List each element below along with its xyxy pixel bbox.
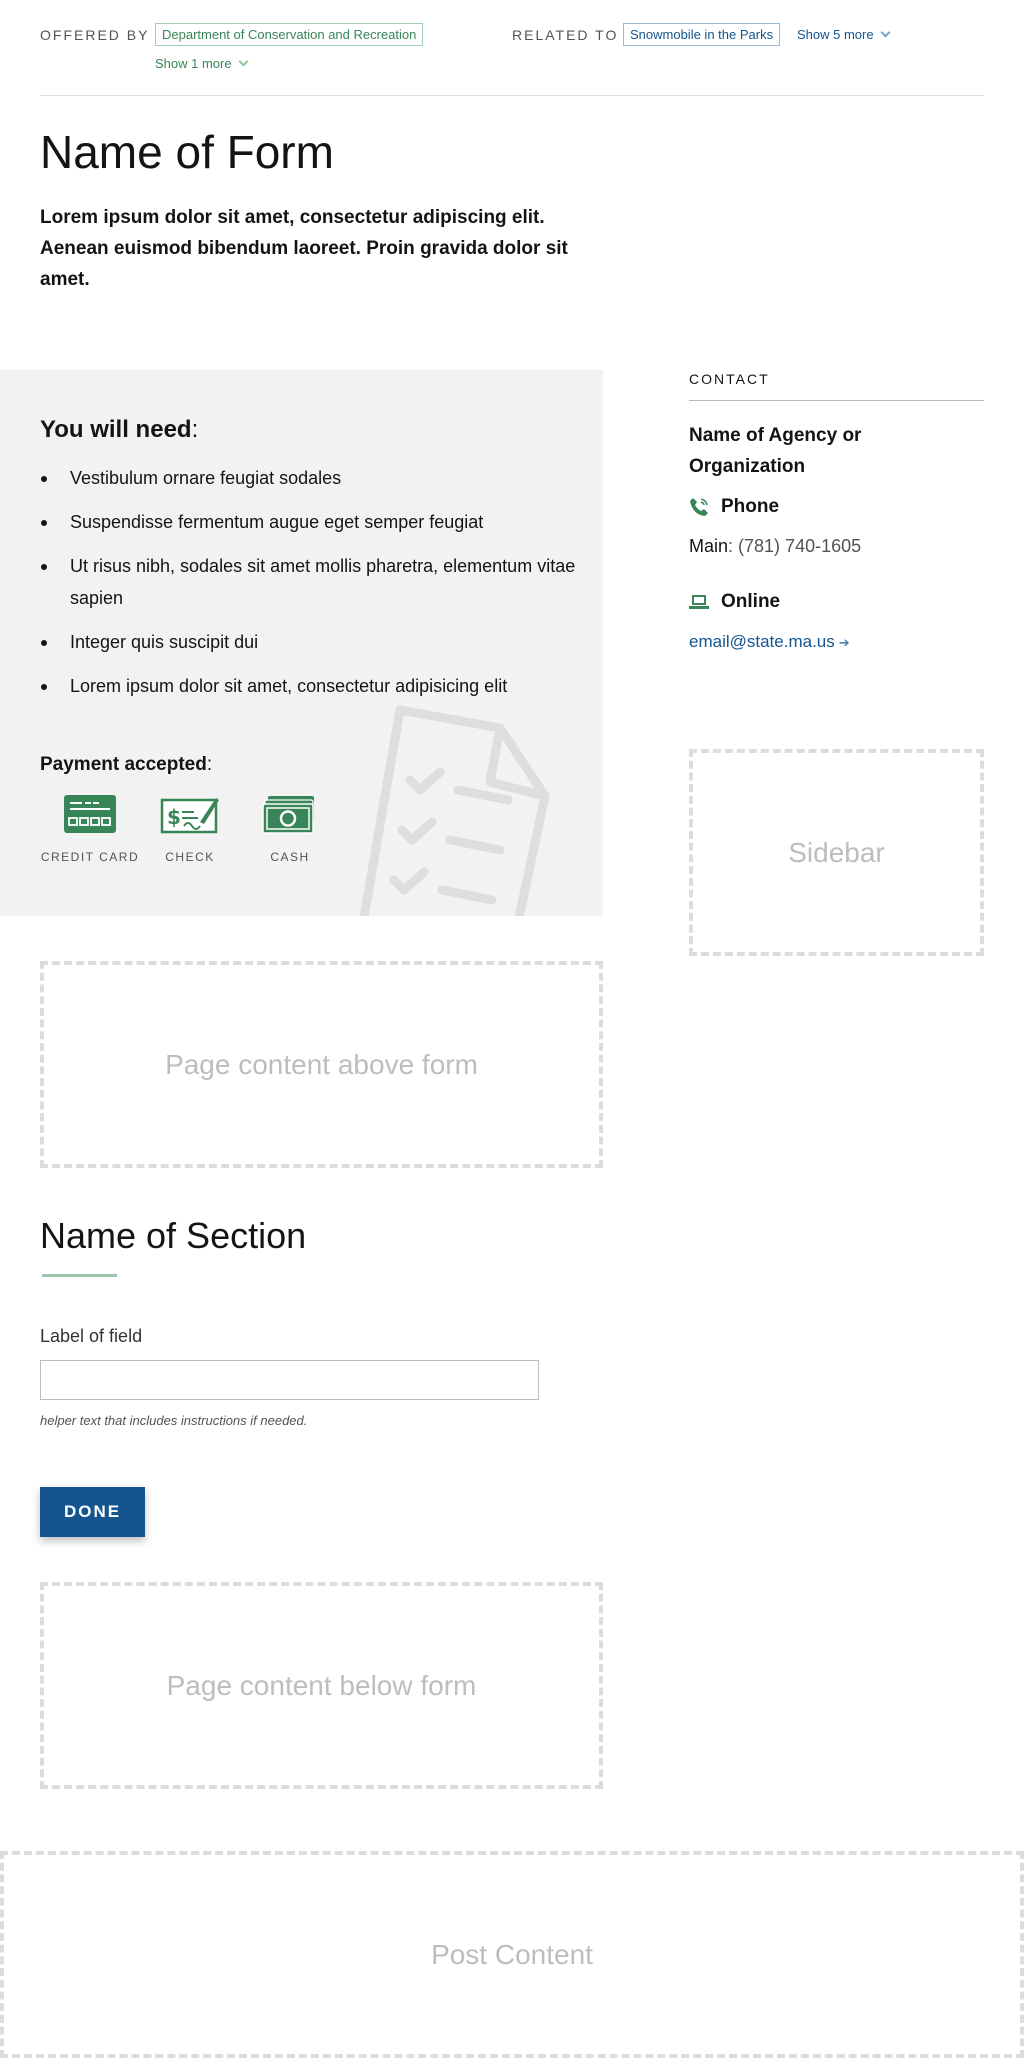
requirements-heading: You will need: — [40, 416, 198, 444]
heading-colon: : — [206, 754, 213, 775]
email-link[interactable]: email@state.ma.us ➔ — [689, 632, 850, 652]
chevron-down-icon — [880, 27, 891, 38]
show-more-label: Show 5 more — [797, 27, 874, 42]
list-item: Ut risus nibh, sodales sit amet mollis p… — [40, 550, 580, 614]
check-icon: $ — [160, 798, 219, 834]
placeholder-label: Page content above form — [165, 1048, 478, 1080]
related-to-label: RELATED TO — [512, 27, 619, 43]
helper-text: helper text that includes instructions i… — [40, 1413, 308, 1428]
phone-separator: : — [728, 536, 739, 556]
sidebar-placeholder: Sidebar — [689, 749, 984, 956]
online-heading-text: Online — [721, 591, 781, 612]
placeholder-label: Post Content — [431, 1938, 593, 1970]
chevron-down-icon — [238, 56, 249, 67]
requirements-heading-text: You will need — [40, 416, 192, 443]
payment-label: CASH — [270, 850, 310, 864]
payment-heading-text: Payment accepted — [40, 754, 207, 775]
payment-check: $ CHECK — [140, 794, 240, 864]
below-form-placeholder: Page content below form — [40, 1582, 603, 1789]
section-underline — [42, 1274, 117, 1277]
list-item: Vestibulum ornare feugiat sodales — [40, 462, 580, 494]
related-to-show-more-button[interactable]: Show 5 more — [797, 27, 891, 42]
phone-heading-text: Phone — [721, 496, 780, 517]
text-field[interactable] — [40, 1360, 539, 1400]
arrow-right-icon: ➔ — [838, 635, 850, 650]
svg-text:$: $ — [167, 805, 181, 829]
placeholder-label: Page content below form — [166, 1669, 477, 1701]
phone-prefix: Main — [689, 536, 729, 556]
list-item: Suspendisse fermentum augue eget semper … — [40, 506, 580, 538]
payment-label: CREDIT CARD — [40, 850, 140, 864]
cash-icon — [262, 796, 314, 834]
offered-by-show-more-button[interactable]: Show 1 more — [155, 56, 249, 71]
document-checklist-icon — [359, 705, 550, 916]
show-more-label: Show 1 more — [155, 56, 232, 71]
phone-heading: Phone — [689, 496, 779, 518]
offered-by-tag-link[interactable]: Department of Conservation and Recreatio… — [155, 23, 424, 46]
field-label: Label of field — [40, 1326, 143, 1346]
contact-divider — [689, 400, 984, 401]
page-lede: Lorem ipsum dolor sit amet, consectetur … — [40, 207, 568, 290]
credit-card-icon — [64, 795, 116, 833]
page-meta-bar: OFFERED BY Department of Conservation an… — [40, 22, 984, 96]
post-content-placeholder: Post Content — [0, 1851, 1024, 2058]
related-to-tag-link[interactable]: Snowmobile in the Parks — [623, 23, 781, 46]
agency-name: Name of Agency or Organization — [689, 425, 862, 477]
offered-by-label: OFFERED BY — [40, 27, 150, 43]
online-heading: Online — [689, 591, 780, 613]
section-title: Name of Section — [40, 1215, 307, 1256]
payment-credit-card: CREDIT CARD — [40, 794, 140, 864]
phone-number-link[interactable]: (781) 740-1605 — [738, 536, 861, 556]
list-item: Integer quis suscipit dui — [40, 626, 580, 658]
phone-icon — [690, 498, 708, 516]
requirements-list: Vestibulum ornare feugiat sodales Suspen… — [40, 462, 580, 714]
heading-colon: : — [191, 416, 199, 443]
list-item: Lorem ipsum dolor sit amet, consectetur … — [40, 670, 580, 702]
phone-line: Main: (781) 740-1605 — [689, 536, 861, 557]
contact-label: CONTACT — [689, 371, 770, 387]
payment-label: CHECK — [165, 850, 215, 864]
above-form-placeholder: Page content above form — [40, 961, 603, 1168]
payment-cash: CASH — [240, 794, 340, 864]
page-title: Name of Form — [40, 126, 334, 178]
payment-heading: Payment accepted: — [40, 754, 212, 776]
placeholder-label: Sidebar — [788, 836, 885, 868]
laptop-icon — [689, 595, 709, 609]
done-button[interactable]: DONE — [40, 1487, 145, 1537]
requirements-box: You will need: Vestibulum ornare feugiat… — [0, 370, 603, 916]
email-text: email@state.ma.us — [689, 632, 835, 651]
